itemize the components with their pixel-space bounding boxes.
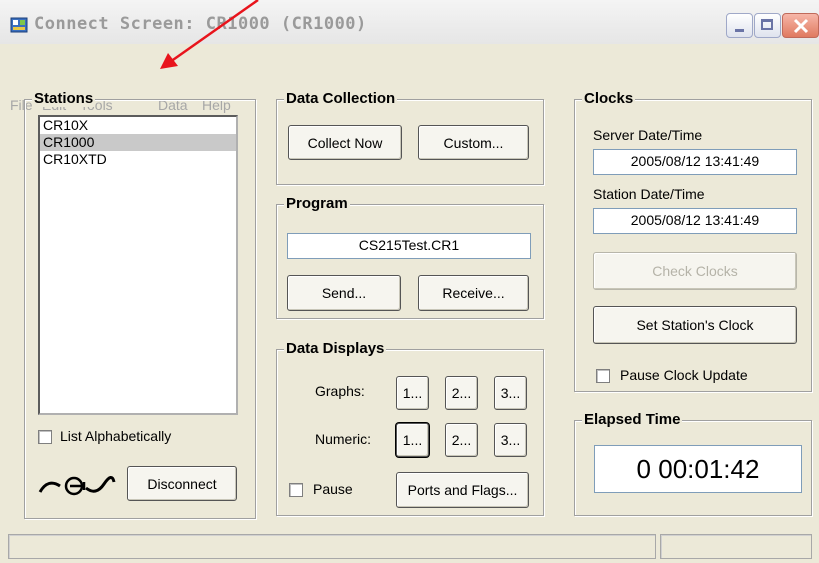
annotation-arrow <box>160 0 259 69</box>
annotation-arrow-line <box>169 0 259 64</box>
annotation-arrow-head <box>160 53 178 69</box>
connect-screen-window: Connect Screen: CR1000 (CR1000) File Edi… <box>0 0 819 563</box>
